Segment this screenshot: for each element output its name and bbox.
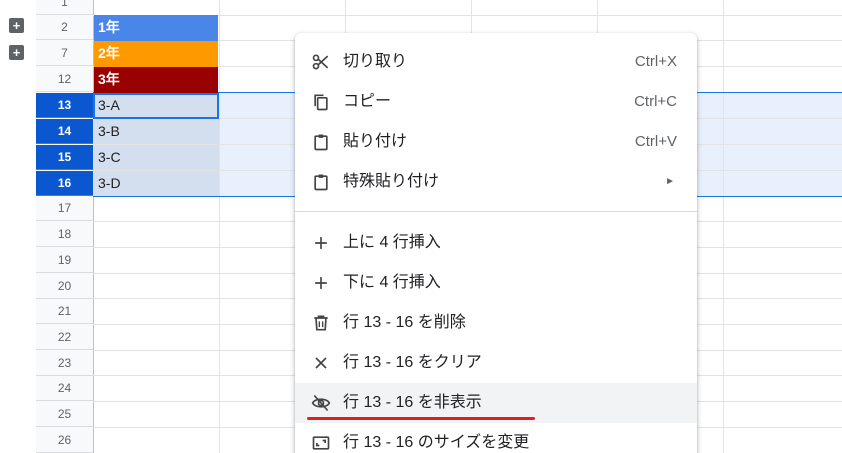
clipboard-icon: [314, 134, 328, 151]
shortcut-label: Ctrl+V: [634, 133, 677, 150]
row-header-selected[interactable]: 13: [36, 93, 93, 118]
active-cell-border: [93, 93, 219, 119]
highlight-underline: [307, 417, 535, 420]
plus-icon: [315, 277, 327, 289]
menu-divider: [295, 211, 697, 212]
menu-item-clear-rows[interactable]: 行 13 - 16 をクリア: [295, 343, 697, 383]
row-header[interactable]: 24: [36, 376, 93, 401]
menu-item-label: 特殊貼り付け: [343, 173, 440, 190]
row-header[interactable]: 1: [36, 0, 93, 15]
menu-item-insert-below[interactable]: 下に 4 行挿入: [295, 263, 697, 303]
menu-item-label: 行 13 - 16 のサイズを変更: [343, 434, 530, 451]
row-header[interactable]: 12: [36, 67, 93, 92]
cell-a16[interactable]: 3-D: [94, 171, 218, 197]
context-menu: 切り取り Ctrl+X コピー Ctrl+C 貼り付け Ctrl+V 特殊貼り付…: [295, 33, 697, 453]
row-header[interactable]: 7: [36, 41, 93, 66]
menu-item-paste-special[interactable]: 特殊貼り付け ►: [295, 162, 697, 202]
row-group-gutter: + +: [0, 0, 36, 453]
resize-icon: [312, 436, 330, 450]
menu-item-label: 下に 4 行挿入: [343, 274, 441, 291]
plus-icon: +: [12, 18, 21, 33]
clipboard-icon: [314, 174, 328, 191]
scissors-icon: [312, 54, 329, 70]
menu-item-paste[interactable]: 貼り付け Ctrl+V: [295, 122, 697, 162]
spreadsheet-view: + + 1 2 7 12 13 14 15 16 17 18 19 20 21 …: [0, 0, 842, 453]
trash-icon: [314, 315, 328, 331]
row-header[interactable]: 18: [36, 222, 93, 247]
row-header[interactable]: 26: [36, 428, 93, 453]
eye-off-icon: [311, 394, 331, 412]
shortcut-label: Ctrl+C: [634, 93, 677, 110]
menu-item-copy[interactable]: コピー Ctrl+C: [295, 82, 697, 122]
menu-item-delete-rows[interactable]: 行 13 - 16 を削除: [295, 303, 697, 343]
expand-group-button[interactable]: +: [9, 45, 24, 60]
menu-item-label: 行 13 - 16 をクリア: [343, 354, 482, 371]
row-header[interactable]: 20: [36, 274, 93, 299]
menu-item-label: 貼り付け: [343, 133, 408, 150]
menu-item-resize-rows[interactable]: 行 13 - 16 のサイズを変更: [295, 423, 697, 453]
cell-a7[interactable]: 2年: [94, 41, 218, 67]
close-icon: [315, 357, 327, 369]
row-header-selected[interactable]: 14: [36, 119, 93, 144]
menu-item-insert-above[interactable]: 上に 4 行挿入: [295, 223, 697, 263]
menu-item-label: コピー: [343, 93, 392, 110]
menu-item-cut[interactable]: 切り取り Ctrl+X: [295, 42, 697, 82]
row-header-selected[interactable]: 15: [36, 145, 93, 170]
row-header[interactable]: 19: [36, 248, 93, 273]
cell-a14[interactable]: 3-B: [94, 119, 218, 145]
menu-item-label: 上に 4 行挿入: [343, 234, 441, 251]
row-header-selected[interactable]: 16: [36, 171, 93, 196]
shortcut-label: Ctrl+X: [634, 53, 677, 70]
submenu-arrow-icon: ►: [665, 176, 675, 187]
menu-item-label: 切り取り: [343, 53, 408, 70]
cell-a12[interactable]: 3年: [94, 67, 218, 93]
row-header[interactable]: 21: [36, 299, 93, 324]
plus-icon: +: [12, 45, 21, 60]
menu-item-label: 行 13 - 16 を削除: [343, 314, 466, 331]
row-header[interactable]: 17: [36, 196, 93, 221]
row-header[interactable]: 23: [36, 351, 93, 376]
cell-a15[interactable]: 3-C: [94, 145, 218, 171]
row-header[interactable]: 22: [36, 325, 93, 350]
plus-icon: [315, 237, 327, 249]
expand-group-button[interactable]: +: [9, 18, 24, 33]
cell-a2[interactable]: 1年: [94, 15, 218, 41]
row-header[interactable]: 2: [36, 15, 93, 40]
copy-icon: [314, 94, 328, 111]
row-header[interactable]: 25: [36, 402, 93, 427]
